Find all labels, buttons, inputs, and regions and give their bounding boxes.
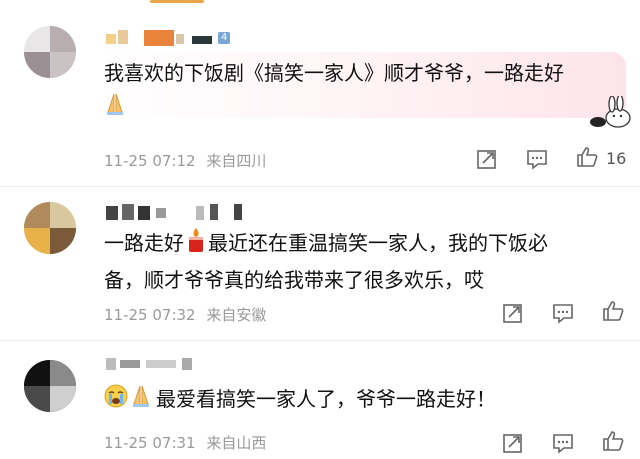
candle-emoji-icon	[186, 227, 206, 263]
bunny-sticker-icon	[588, 94, 634, 132]
like-icon[interactable]	[576, 146, 598, 168]
comment-item: 4 我喜欢的下饭剧《搞笑一家人》顺才爷爷，一路走好 11-25 07:12 来自…	[0, 0, 640, 185]
comment-meta: 11-25 07:12 来自四川	[104, 150, 266, 171]
comment-time: 11-25 07:31	[104, 434, 196, 452]
comment-text-line: 我喜欢的下饭剧《搞笑一家人》顺才爷爷，一路走好	[104, 61, 564, 85]
comment-text: 最爱看搞笑一家人了，爷爷一路走好！	[104, 382, 496, 418]
pray-emoji-icon	[130, 384, 152, 418]
like-icon[interactable]	[602, 430, 624, 452]
comment-location: 来自山西	[206, 434, 267, 452]
avatar[interactable]	[24, 26, 76, 78]
comment-text-part: 一路走好	[104, 231, 184, 255]
like-count: 16	[606, 149, 627, 168]
divider	[0, 340, 640, 341]
comment-icon[interactable]	[552, 432, 574, 454]
comment-time: 11-25 07:12	[104, 152, 196, 170]
comment-icon[interactable]	[526, 148, 548, 170]
comment-text-part: 最爱看搞笑一家人了，爷爷一路走好！	[156, 387, 496, 411]
comment-item: 一路走好 最近还在重温搞笑一家人，我的下饭必 备，顺才爷爷真的给我带来了很多欢乐…	[0, 188, 640, 338]
comment-text-part: 最近还在重温搞笑一家人，我的下饭必	[208, 231, 548, 255]
share-icon[interactable]	[476, 148, 498, 170]
username-pixelated[interactable]	[106, 354, 196, 376]
user-level-badge: 4	[218, 32, 231, 44]
avatar[interactable]	[24, 360, 76, 412]
crying-emoji-icon	[104, 384, 128, 418]
comment-item: 最爱看搞笑一家人了，爷爷一路走好！ 11-25 07:31 来自山西	[0, 342, 640, 459]
avatar[interactable]	[24, 202, 76, 254]
username-pixelated[interactable]: 4	[106, 28, 236, 50]
username-pixelated[interactable]	[106, 202, 246, 224]
comment-time: 11-25 07:32	[104, 306, 196, 324]
comment-text: 我喜欢的下饭剧《搞笑一家人》顺才爷爷，一路走好	[104, 56, 564, 126]
pray-emoji-icon	[104, 92, 126, 126]
like-icon[interactable]	[602, 300, 624, 322]
comment-text-line: 备，顺才爷爷真的给我带来了很多欢乐，哎	[104, 267, 484, 292]
divider	[0, 186, 640, 187]
share-icon[interactable]	[502, 302, 524, 324]
comment-location: 来自安徽	[206, 306, 267, 324]
comment-location: 来自四川	[206, 152, 267, 170]
share-icon[interactable]	[502, 432, 524, 454]
comment-meta: 11-25 07:32 来自安徽	[104, 304, 266, 325]
comment-icon[interactable]	[552, 302, 574, 324]
comment-meta: 11-25 07:31 来自山西	[104, 432, 266, 453]
comment-text: 一路走好 最近还在重温搞笑一家人，我的下饭必 备，顺才爷爷真的给我带来了很多欢乐…	[104, 226, 548, 297]
